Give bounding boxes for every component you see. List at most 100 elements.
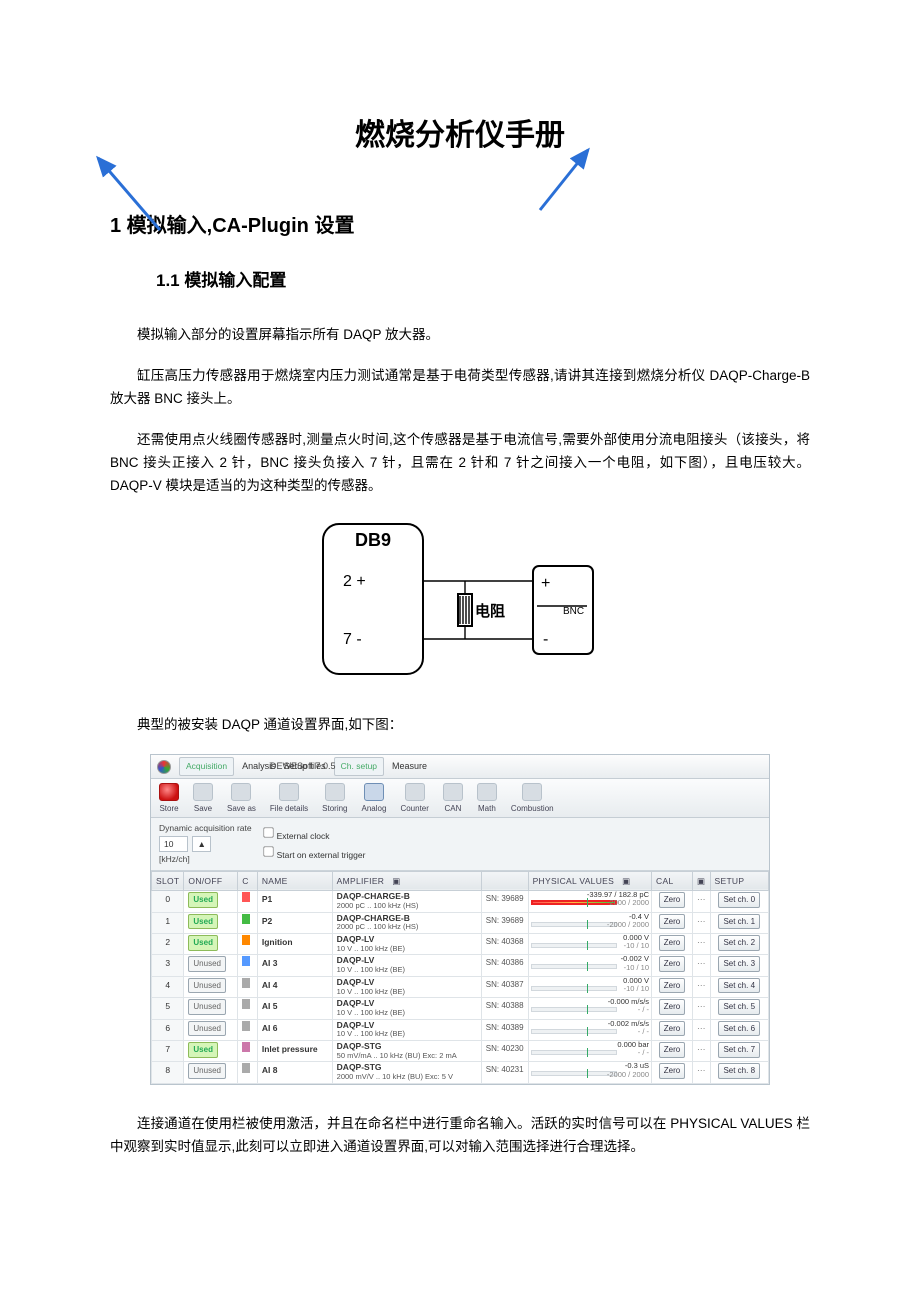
name-cell[interactable]: P2 [257,912,332,933]
setch-button[interactable]: Set ch. 1 [718,914,760,930]
color-cell[interactable] [238,998,258,1019]
onoff-toggle[interactable]: Used [188,892,218,908]
col-slot[interactable]: SLOT [152,871,184,890]
zero-button[interactable]: Zero [659,935,685,951]
combustion-button[interactable]: Combustion [511,783,554,816]
name-cell[interactable]: AI 6 [257,1019,332,1040]
col-name[interactable]: NAME [257,871,332,890]
zero-button[interactable]: Zero [659,1021,685,1037]
row-expand[interactable]: ⋯ [693,1062,711,1083]
color-cell[interactable] [238,912,258,933]
counter-button[interactable]: Counter [400,783,428,816]
col-onoff[interactable]: ON/OFF [184,871,238,890]
dyn-rate-up[interactable]: ▲ [192,836,210,852]
col-amplifier[interactable]: AMPLIFIER ▣ [332,871,481,890]
table-row: 4UnusedAI 4DAQP-LV10 V .. 100 kHz (BE)SN… [152,976,769,997]
setch-button[interactable]: Set ch. 3 [718,956,760,972]
color-cell[interactable] [238,1019,258,1040]
store-button[interactable]: Store [159,783,179,816]
name-cell[interactable]: Ignition [257,934,332,955]
amp-cell: DAQP-STG50 mV/mA .. 10 kHz (BU) Exc: 2 m… [332,1040,481,1061]
channel-table: SLOT ON/OFF C NAME AMPLIFIER ▣ PHYSICAL … [151,871,769,1084]
table-row: 8UnusedAI 8DAQP-STG2000 mV/V .. 10 kHz (… [152,1062,769,1083]
tab-measure[interactable]: Measure [392,759,427,774]
slot-cell: 1 [152,912,184,933]
onoff-toggle[interactable]: Unused [188,1063,226,1079]
color-cell[interactable] [238,891,258,912]
name-cell[interactable]: AI 4 [257,976,332,997]
name-cell[interactable]: Inlet pressure [257,1040,332,1061]
col-physical[interactable]: PHYSICAL VALUES ▣ [528,871,651,890]
analog-button[interactable]: Analog [362,783,387,816]
ext-clock-checkbox[interactable]: External clock [262,826,366,843]
setch-button[interactable]: Set ch. 8 [718,1063,760,1079]
zero-button[interactable]: Zero [659,978,685,994]
onoff-toggle[interactable]: Unused [188,956,226,972]
zero-button[interactable]: Zero [659,892,685,908]
setch-button[interactable]: Set ch. 4 [718,978,760,994]
onoff-toggle[interactable]: Used [188,1042,218,1058]
saveas-button[interactable]: Save as [227,783,256,816]
ext-trigger-checkbox[interactable]: Start on external trigger [262,845,366,862]
name-cell[interactable]: AI 8 [257,1062,332,1083]
onoff-toggle[interactable]: Unused [188,978,226,994]
math-button[interactable]: Math [477,783,497,816]
bnc-plus: + [541,575,550,592]
row-expand[interactable]: ⋯ [693,934,711,955]
col-c[interactable]: C [238,871,258,890]
sn-cell: SN: 40389 [481,1019,528,1040]
name-cell[interactable]: P1 [257,891,332,912]
row-expand[interactable]: ⋯ [693,891,711,912]
row-expand[interactable]: ⋯ [693,998,711,1019]
save-button[interactable]: Save [193,783,213,816]
sn-cell: SN: 40387 [481,976,528,997]
color-cell[interactable] [238,955,258,976]
row-expand[interactable]: ⋯ [693,1040,711,1061]
filedetails-button[interactable]: File details [270,783,308,816]
table-row: 0UsedP1DAQP-CHARGE-B2000 pC .. 100 kHz (… [152,891,769,912]
row-expand[interactable]: ⋯ [693,955,711,976]
onoff-toggle[interactable]: Unused [188,999,226,1015]
row-expand[interactable]: ⋯ [693,976,711,997]
name-cell[interactable]: AI 3 [257,955,332,976]
zero-button[interactable]: Zero [659,999,685,1015]
amp-cell: DAQP-LV10 V .. 100 kHz (BE) [332,934,481,955]
setch-button[interactable]: Set ch. 0 [718,892,760,908]
slot-cell: 2 [152,934,184,955]
row-expand[interactable]: ⋯ [693,1019,711,1040]
storing-button[interactable]: Storing [322,783,347,816]
row-expand[interactable]: ⋯ [693,912,711,933]
setch-button[interactable]: Set ch. 2 [718,935,760,951]
slot-cell: 6 [152,1019,184,1040]
paragraph-pressure: 缸压高压力传感器用于燃烧室内压力测试通常是基于电荷类型传感器,请讲其连接到燃烧分… [110,365,810,411]
col-cal[interactable]: CAL [652,871,693,890]
amp-cell: DAQP-LV10 V .. 100 kHz (BE) [332,998,481,1019]
color-cell[interactable] [238,976,258,997]
color-cell[interactable] [238,934,258,955]
tab-chsetup[interactable]: Ch. setup [334,757,384,775]
can-button[interactable]: CAN [443,783,463,816]
onoff-toggle[interactable]: Used [188,935,218,951]
name-cell[interactable]: AI 5 [257,998,332,1019]
amp-cell: DAQP-CHARGE-B2000 pC .. 100 kHz (HS) [332,891,481,912]
zero-button[interactable]: Zero [659,1063,685,1079]
dyn-rate-unit: [kHz/ch] [159,852,252,866]
db9-pin2: 2 + [343,573,366,590]
onoff-toggle[interactable]: Used [188,914,218,930]
dyn-rate-select[interactable]: 10 [159,836,188,852]
zero-button[interactable]: Zero [659,1042,685,1058]
setch-button[interactable]: Set ch. 6 [718,1021,760,1037]
setch-button[interactable]: Set ch. 5 [718,999,760,1015]
physical-cell: 0.000 bar- / - [528,1040,651,1061]
onoff-toggle[interactable]: Unused [188,1021,226,1037]
tab-acquisition[interactable]: Acquisition [179,757,234,775]
db9-diagram: DB9 2 + 7 - 电阻 + - BNC [110,516,810,686]
physical-cell: -0.000 m/s/s- / - [528,998,651,1019]
zero-button[interactable]: Zero [659,956,685,972]
col-setup[interactable]: SETUP [710,871,769,890]
color-cell[interactable] [238,1062,258,1083]
color-cell[interactable] [238,1040,258,1061]
setch-button[interactable]: Set ch. 7 [718,1042,760,1058]
sn-cell: SN: 40386 [481,955,528,976]
zero-button[interactable]: Zero [659,914,685,930]
